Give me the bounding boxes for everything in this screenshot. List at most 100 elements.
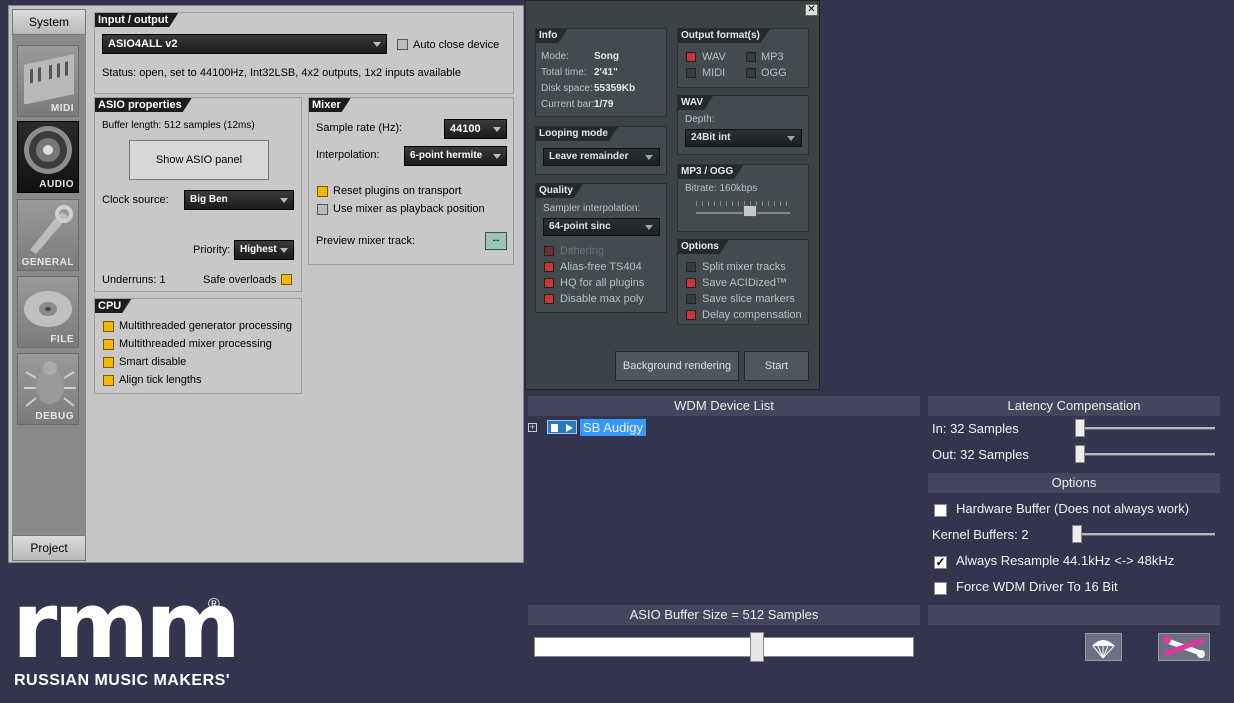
force-16bit-checkbox[interactable] xyxy=(934,582,947,595)
render-window: ✕ Info Mode: Song Total time: 2'41" Disk… xyxy=(525,0,820,390)
hardware-buffer-label: Hardware Buffer (Does not always work) xyxy=(956,501,1190,516)
sampler-interp-label: Sampler interpolation: xyxy=(543,203,641,214)
dropdown-value: 64-point sinc xyxy=(549,221,611,232)
use-mixer-checkbox[interactable] xyxy=(317,204,328,215)
blank-header xyxy=(928,605,1220,625)
dropdown-value: Leave remainder xyxy=(549,151,629,162)
speaker-icon xyxy=(24,126,72,174)
quality-option-checkbox[interactable] xyxy=(544,278,554,288)
latency-in-label: In: 32 Samples xyxy=(932,421,1019,436)
sidebar-item-audio[interactable]: AUDIO xyxy=(17,121,79,193)
rmm-logo: rmm ® RUSSIAN MUSIC MAKERS' xyxy=(10,580,241,694)
priority-dropdown[interactable]: Highest xyxy=(234,240,294,260)
chevron-down-icon xyxy=(280,198,288,203)
format-midi-checkbox[interactable] xyxy=(686,68,696,78)
device-item[interactable]: SB Audigy xyxy=(580,419,646,436)
latency-out-slider[interactable] xyxy=(1075,445,1085,463)
wrench-icon xyxy=(30,205,73,254)
bug-icon xyxy=(24,361,76,407)
buffer-length: Buffer length: 512 samples (12ms) xyxy=(102,120,255,131)
kernel-buffers-slider[interactable] xyxy=(1072,525,1082,543)
dithering-checkbox[interactable] xyxy=(544,246,554,256)
looping-mode-dropdown[interactable]: Leave remainder xyxy=(543,148,660,166)
clock-source-dropdown[interactable]: Big Ben xyxy=(184,190,294,210)
show-asio-panel-button[interactable]: Show ASIO panel xyxy=(129,140,269,180)
panel-title: WAV xyxy=(678,96,713,110)
format-mp3-checkbox[interactable] xyxy=(746,52,756,62)
sidebar-item-file[interactable]: FILE xyxy=(17,276,79,348)
panel-title: MP3 / OGG xyxy=(678,165,743,179)
format-ogg-checkbox[interactable] xyxy=(746,68,756,78)
bitrate-slider[interactable] xyxy=(743,205,757,217)
sidebar-item-general[interactable]: GENERAL xyxy=(17,199,79,271)
format-wav-checkbox[interactable] xyxy=(686,52,696,62)
tools-button[interactable] xyxy=(1158,633,1210,661)
kernel-buffers-label: Kernel Buffers: 2 xyxy=(932,527,1029,542)
auto-close-checkbox[interactable] xyxy=(397,39,408,50)
keyboard-icon xyxy=(24,54,74,104)
panel-title: Quality xyxy=(536,184,583,198)
expand-icon[interactable]: + xyxy=(528,423,537,432)
mixer-panel: Mixer Sample rate (Hz): 44100 Interpolat… xyxy=(308,97,514,265)
options-checkbox[interactable] xyxy=(686,310,696,320)
asio-buffer-slider[interactable] xyxy=(534,632,914,662)
panel-title: CPU xyxy=(95,299,131,313)
chevron-down-icon xyxy=(787,136,795,141)
logo-tagline: RUSSIAN MUSIC MAKERS' xyxy=(14,672,231,689)
quality-option-checkbox[interactable] xyxy=(544,294,554,304)
tab-system[interactable]: System xyxy=(12,9,86,35)
wav-panel: WAV Depth: 24Bit int xyxy=(677,95,809,155)
kernel-buffers-track xyxy=(1072,533,1215,536)
info-panel: Info Mode: Song Total time: 2'41" Disk s… xyxy=(535,28,667,117)
chevron-down-icon xyxy=(280,248,288,253)
audio-device-dropdown[interactable]: ASIO4ALL v2 xyxy=(102,34,387,54)
chevron-down-icon xyxy=(373,42,381,47)
wdm-device-list-header: WDM Device List xyxy=(528,396,920,416)
background-rendering-button[interactable]: Background rendering xyxy=(615,351,739,381)
asio-buffer-header: ASIO Buffer Size = 512 Samples xyxy=(528,605,920,625)
format-label: OGG xyxy=(761,67,787,79)
bitrate-label: Bitrate: 160kbps xyxy=(685,183,758,194)
cpu-option-checkbox[interactable] xyxy=(103,339,114,350)
panel-title: Info xyxy=(536,29,567,43)
chevron-down-icon xyxy=(645,155,653,160)
wav-depth-dropdown[interactable]: 24Bit int xyxy=(685,129,802,147)
parachute-button[interactable] xyxy=(1085,633,1122,661)
hardware-buffer-checkbox[interactable] xyxy=(934,504,947,517)
underruns: Underruns: 1 xyxy=(102,274,166,286)
cpu-option-checkbox[interactable] xyxy=(103,321,114,332)
interpolation-dropdown[interactable]: 6-point hermite xyxy=(404,146,507,166)
cpu-option-label: Multithreaded mixer processing xyxy=(119,338,272,350)
sidebar-item-debug[interactable]: DEBUG xyxy=(17,353,79,425)
always-resample-label: Always Resample 44.1kHz <-> 48kHz xyxy=(956,553,1175,568)
options-checkbox[interactable] xyxy=(686,294,696,304)
options-checkbox[interactable] xyxy=(686,278,696,288)
dropdown-value: Big Ben xyxy=(190,194,228,205)
latency-out-track xyxy=(1075,453,1215,456)
info-label: Total time: xyxy=(541,67,587,78)
sidebar-item-midi[interactable]: MIDI xyxy=(17,45,79,117)
reset-plugins-checkbox[interactable] xyxy=(317,186,328,197)
cpu-option-checkbox[interactable] xyxy=(103,375,114,386)
interpolation-label: Interpolation: xyxy=(316,149,380,161)
options-header: Options xyxy=(928,473,1220,493)
latency-in-slider[interactable] xyxy=(1075,419,1085,437)
safe-overloads-checkbox[interactable] xyxy=(281,274,292,285)
sidebar-item-label: FILE xyxy=(50,334,74,345)
sample-rate-dropdown[interactable]: 44100 xyxy=(444,119,507,139)
start-button[interactable]: Start xyxy=(744,351,809,381)
chevron-down-icon xyxy=(645,225,653,230)
sampler-interp-dropdown[interactable]: 64-point sinc xyxy=(543,218,660,236)
close-icon[interactable]: ✕ xyxy=(805,4,818,16)
always-resample-checkbox[interactable]: ✓ xyxy=(934,556,947,569)
tab-project[interactable]: Project xyxy=(12,535,86,561)
latency-header: Latency Compensation xyxy=(928,396,1220,416)
latency-out-label: Out: 32 Samples xyxy=(932,447,1029,462)
quality-option-checkbox[interactable] xyxy=(544,262,554,272)
options-label: Save ACIDized™ xyxy=(702,277,787,289)
options-checkbox[interactable] xyxy=(686,262,696,272)
preview-mixer-track-field[interactable]: -- xyxy=(485,232,507,250)
asio-buffer-slider-thumb[interactable] xyxy=(750,632,764,662)
cpu-option-checkbox[interactable] xyxy=(103,357,114,368)
dropdown-value: ASIO4ALL v2 xyxy=(108,38,178,50)
